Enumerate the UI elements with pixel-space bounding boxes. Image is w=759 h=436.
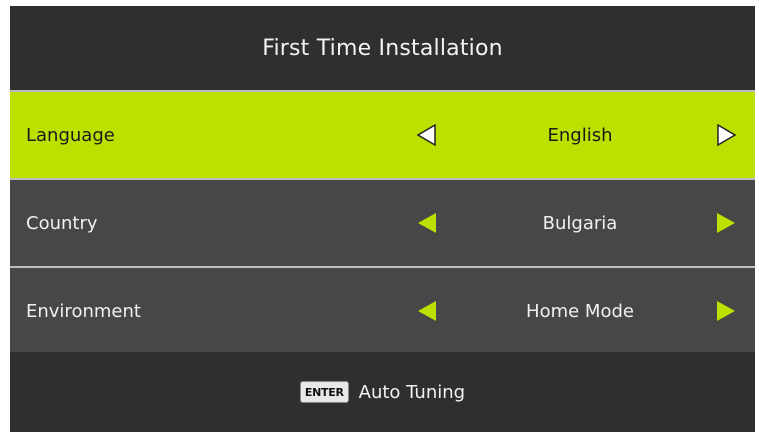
setting-value-language: English bbox=[547, 124, 613, 146]
left-arrow-icon[interactable] bbox=[415, 299, 439, 323]
setting-value-country: Bulgaria bbox=[542, 212, 618, 234]
enter-key-icon: ENTER bbox=[299, 381, 349, 403]
right-arrow-icon[interactable] bbox=[714, 299, 738, 323]
page-title: First Time Installation bbox=[10, 6, 755, 90]
installation-panel: First Time Installation Language English… bbox=[10, 6, 755, 432]
left-arrow-icon[interactable] bbox=[415, 211, 439, 235]
setting-label-country: Country bbox=[26, 212, 98, 234]
setting-row-country[interactable]: Country Bulgaria bbox=[10, 180, 755, 266]
setting-label-language: Language bbox=[26, 124, 115, 146]
setting-row-language[interactable]: Language English bbox=[10, 92, 755, 178]
page-title-text: First Time Installation bbox=[262, 35, 503, 61]
right-arrow-icon[interactable] bbox=[714, 123, 738, 147]
footer-hint: ENTER Auto Tuning bbox=[10, 352, 755, 432]
left-arrow-icon[interactable] bbox=[415, 123, 439, 147]
auto-tuning-label: Auto Tuning bbox=[358, 381, 466, 403]
setting-row-environment[interactable]: Environment Home Mode bbox=[10, 268, 755, 354]
setting-label-environment: Environment bbox=[26, 300, 141, 322]
setting-value-environment: Home Mode bbox=[526, 300, 634, 322]
right-arrow-icon[interactable] bbox=[714, 211, 738, 235]
